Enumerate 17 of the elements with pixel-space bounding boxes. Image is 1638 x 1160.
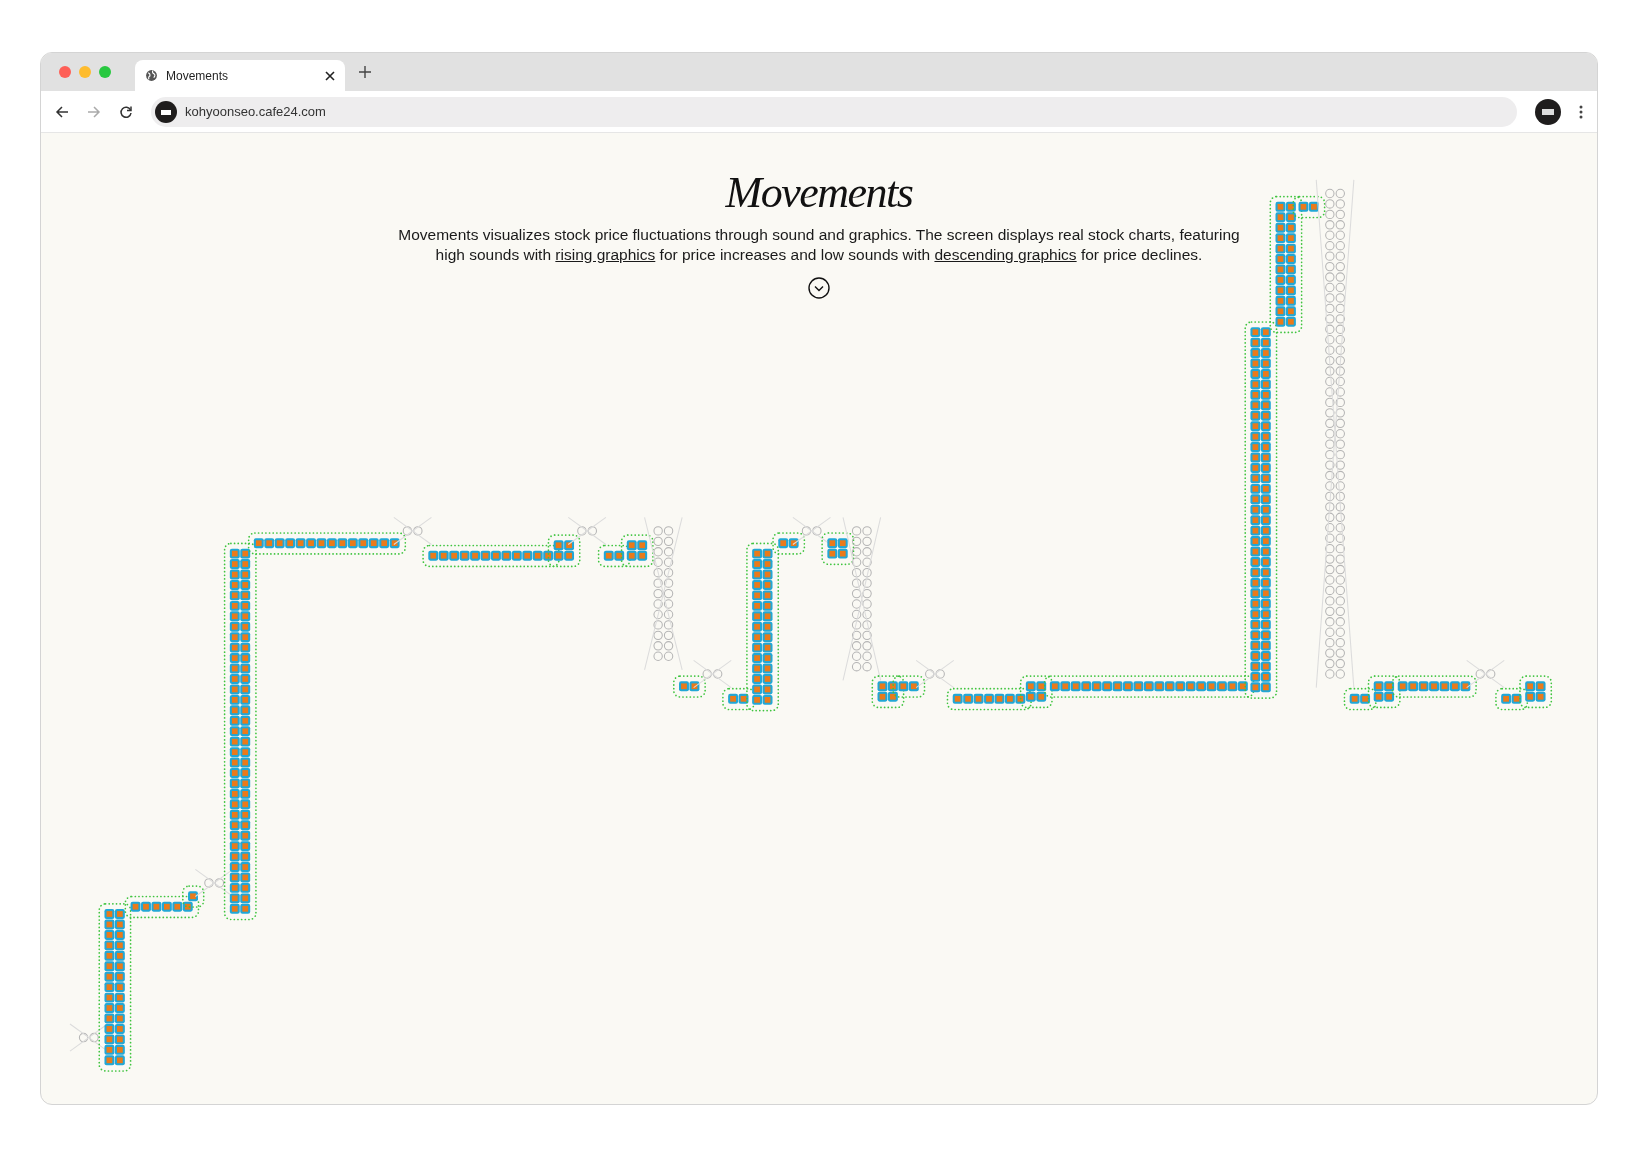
url-text: kohyoonseo.cafe24.com [185,102,326,121]
new-tab-icon[interactable] [359,66,371,78]
page-title: Movements [725,167,913,219]
globe-icon [145,69,158,82]
browser-tab[interactable]: Movements [135,60,345,91]
description-link[interactable]: rising graphics [555,246,656,263]
description-text: Movements visualizes stock price fluctuations through sound and graphics. The screen displays real stock charts, featuring high sounds with rising graphics for price increases and low sounds with descending graphics for price declines. [397,225,1241,265]
more-menu-icon[interactable] [1579,104,1583,119]
back-arrow-icon[interactable] [55,104,69,119]
description-link[interactable]: descending graphics [934,246,1077,263]
reload-icon[interactable] [119,104,133,119]
scroll-down-icon[interactable] [808,277,830,299]
site-icon [155,100,177,123]
profile-icon[interactable] [1535,98,1561,125]
close-tab-icon[interactable] [325,70,335,81]
address-bar[interactable]: kohyoonseo.cafe24.com [151,96,1517,127]
tab-title: Movements [166,67,230,85]
